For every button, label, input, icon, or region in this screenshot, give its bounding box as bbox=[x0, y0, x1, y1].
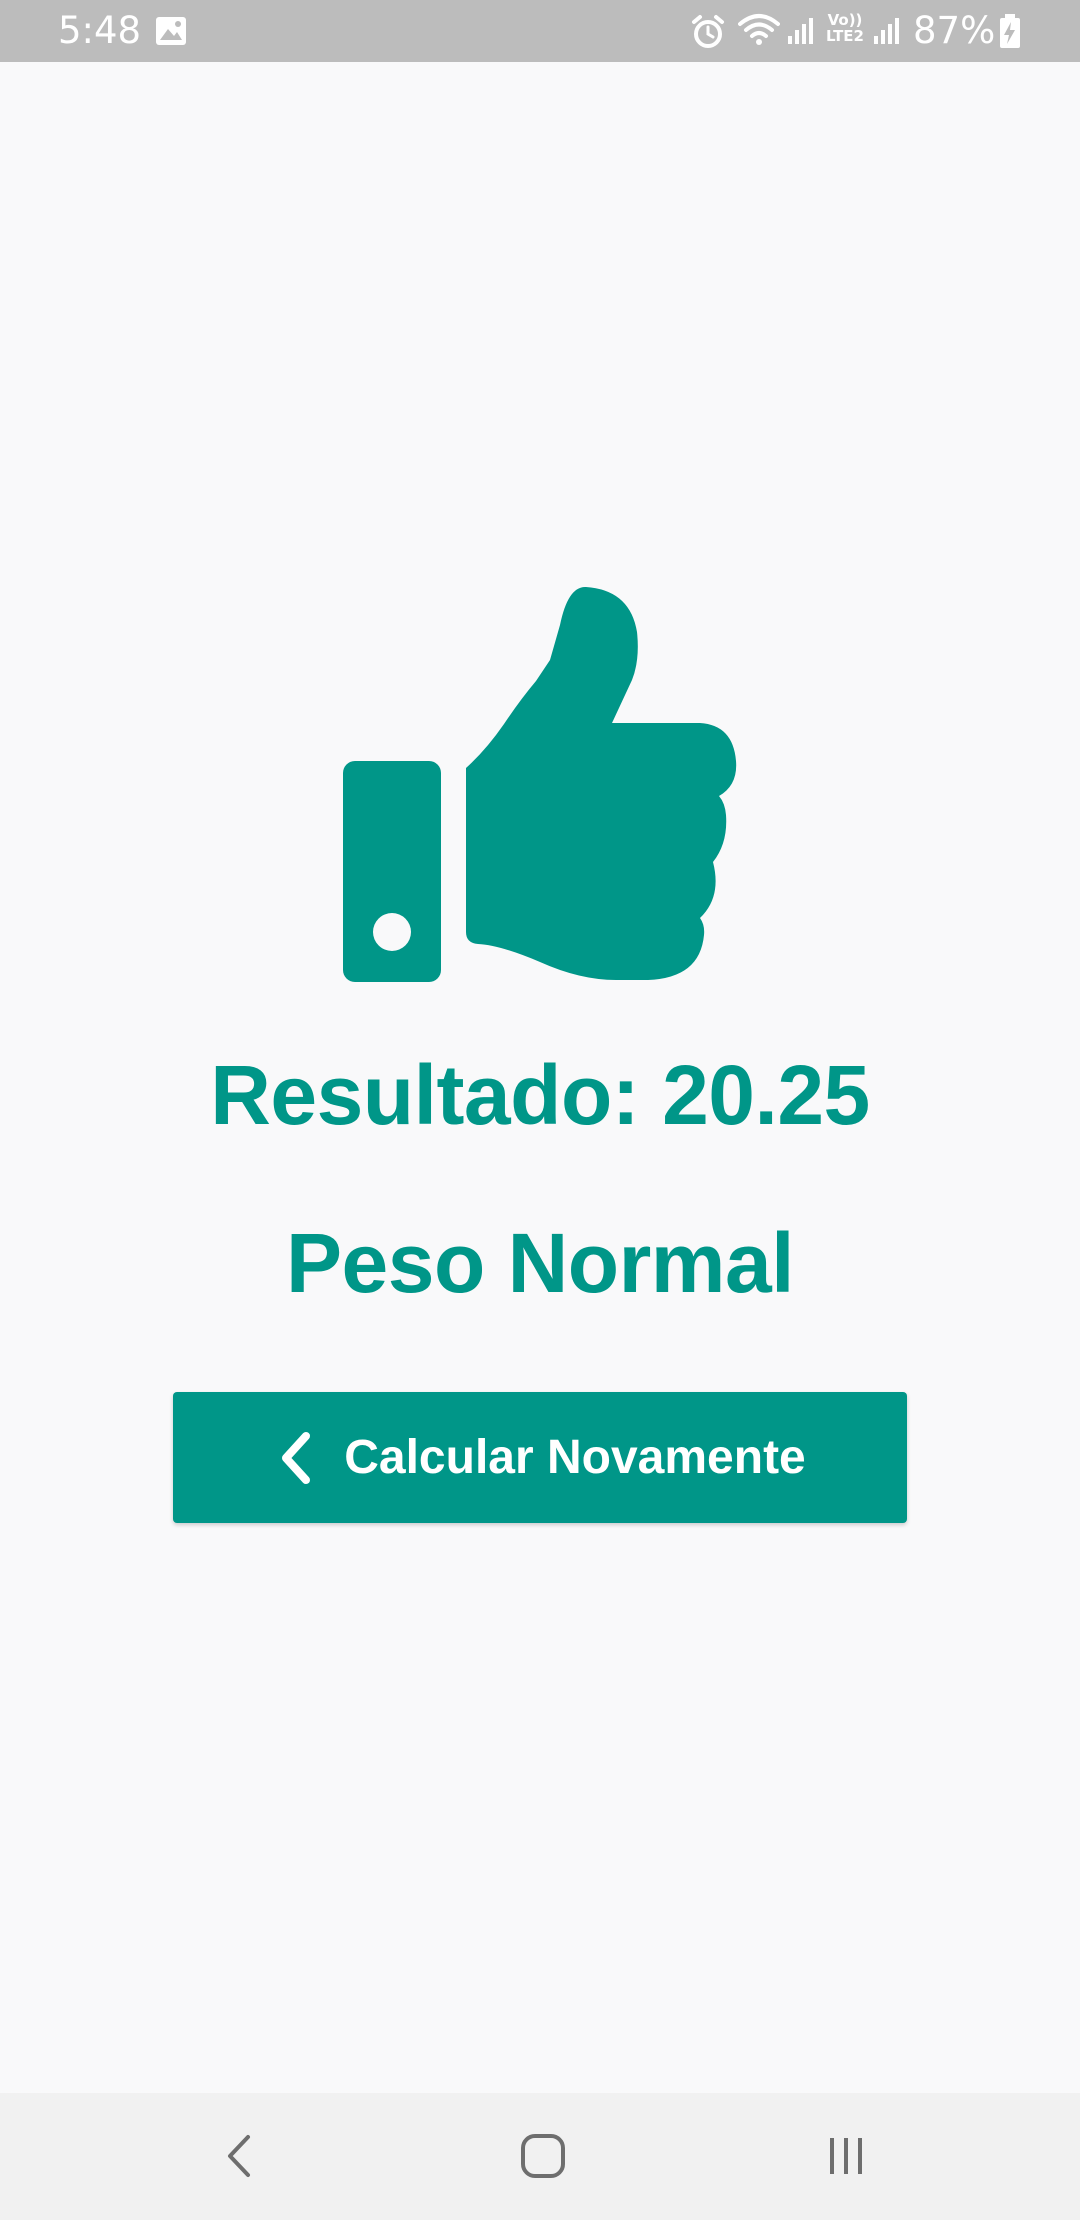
alarm-icon bbox=[690, 14, 726, 55]
screen: 5:48 Vo)) LTE2 87% Resultado: 20.25 Peso… bbox=[0, 0, 1080, 2220]
nav-bar bbox=[0, 2093, 1080, 2220]
network-label-top: Vo)) bbox=[827, 11, 863, 29]
gallery-icon bbox=[155, 16, 187, 51]
signal-icon-2 bbox=[872, 16, 902, 51]
home-icon[interactable] bbox=[503, 2121, 583, 2191]
recalculate-button[interactable]: Calcular Novamente bbox=[173, 1392, 907, 1523]
network-label-bottom: LTE2 bbox=[826, 27, 864, 45]
result-value: Resultado: 20.25 bbox=[210, 1048, 870, 1142]
network-type-label: Vo)) LTE2 bbox=[826, 12, 864, 44]
chevron-left-icon bbox=[274, 1430, 318, 1486]
recalculate-label: Calcular Novamente bbox=[344, 1430, 806, 1484]
battery-percent: 87% bbox=[913, 9, 996, 52]
recents-icon[interactable] bbox=[806, 2121, 886, 2191]
back-icon[interactable] bbox=[200, 2121, 280, 2191]
battery-charging-icon bbox=[998, 14, 1022, 55]
status-time: 5:48 bbox=[58, 9, 142, 52]
status-bar: 5:48 Vo)) LTE2 87% bbox=[0, 0, 1080, 62]
thumbs-up-icon bbox=[340, 584, 740, 984]
signal-icon bbox=[786, 16, 816, 51]
result-classification: Peso Normal bbox=[285, 1216, 795, 1310]
wifi-icon bbox=[738, 12, 780, 53]
